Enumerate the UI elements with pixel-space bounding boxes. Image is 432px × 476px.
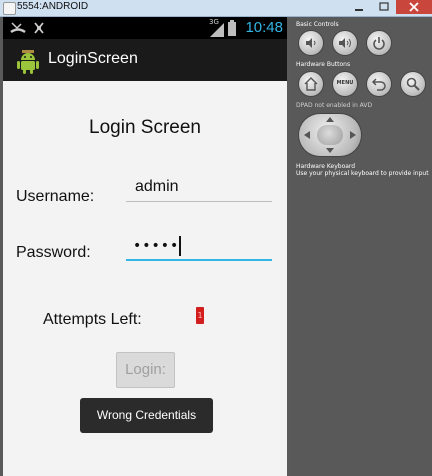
hardware-buttons-label: Hardware Buttons bbox=[296, 61, 351, 68]
back-button[interactable] bbox=[367, 72, 391, 96]
basic-controls-label: Basic Controls bbox=[296, 21, 339, 28]
status-clock: 10:48 bbox=[245, 19, 283, 36]
home-icon bbox=[304, 77, 318, 91]
username-value: admin bbox=[135, 178, 179, 195]
search-button[interactable] bbox=[401, 72, 425, 96]
app-title: LoginScreen bbox=[48, 50, 138, 67]
emulator-app-icon bbox=[3, 2, 16, 15]
hardware-keyboard-label: Hardware Keyboard bbox=[296, 163, 356, 170]
power-button[interactable] bbox=[367, 31, 391, 55]
status-bar: 3G 10:48 bbox=[3, 17, 287, 39]
search-icon bbox=[406, 77, 420, 91]
minimize-button[interactable] bbox=[346, 0, 372, 14]
close-button[interactable] bbox=[396, 0, 432, 14]
power-icon bbox=[373, 37, 385, 50]
username-label: Username: bbox=[16, 188, 95, 205]
back-icon bbox=[371, 78, 386, 91]
keyboard-hint: Use your physical keyboard to provide in… bbox=[296, 170, 429, 177]
battery-icon bbox=[228, 20, 236, 36]
window-title: 5554:ANDROID bbox=[17, 1, 89, 12]
home-button[interactable] bbox=[299, 72, 323, 96]
volume-down-icon bbox=[306, 38, 316, 48]
emulator-screen: 3G 10:48 LoginScreen Login Screen Userna… bbox=[3, 17, 287, 476]
signal-icon bbox=[210, 23, 224, 37]
attempts-label: Attempts Left: bbox=[43, 311, 142, 328]
maximize-icon bbox=[379, 2, 389, 11]
attempts-left-value: 1 bbox=[197, 311, 203, 320]
dpad[interactable] bbox=[299, 114, 361, 156]
close-icon bbox=[409, 2, 419, 12]
dpad-label: DPAD not enabled in AVD bbox=[296, 102, 373, 109]
login-button[interactable]: Login: bbox=[116, 352, 175, 388]
volume-up-icon bbox=[339, 38, 351, 48]
password-label: Password: bbox=[16, 244, 91, 261]
minimize-icon bbox=[355, 9, 363, 11]
password-field[interactable]: ••••• bbox=[126, 235, 272, 261]
action-bar: LoginScreen bbox=[3, 39, 287, 81]
username-field[interactable]: admin bbox=[126, 177, 272, 202]
missed-call-icon bbox=[10, 22, 26, 34]
dpad-arrows-icon bbox=[304, 117, 356, 153]
attempts-left-badge: 1 bbox=[196, 307, 204, 324]
maximize-button[interactable] bbox=[372, 0, 396, 14]
toast-message: Wrong Credentials bbox=[80, 398, 213, 433]
text-cursor bbox=[179, 236, 181, 256]
volume-up-button[interactable] bbox=[333, 31, 357, 55]
password-mask: ••••• bbox=[133, 238, 180, 254]
menu-button-label: MENU bbox=[336, 80, 354, 86]
menu-button[interactable]: MENU bbox=[333, 72, 357, 96]
android-app-icon bbox=[17, 50, 39, 74]
emulator-controls-panel: Basic Controls Hardware Buttons MENU DPA… bbox=[292, 17, 432, 476]
usb-debug-icon bbox=[34, 22, 44, 34]
login-heading: Login Screen bbox=[89, 117, 201, 138]
volume-down-button[interactable] bbox=[299, 31, 323, 55]
window-titlebar: 5554:ANDROID bbox=[0, 0, 432, 17]
